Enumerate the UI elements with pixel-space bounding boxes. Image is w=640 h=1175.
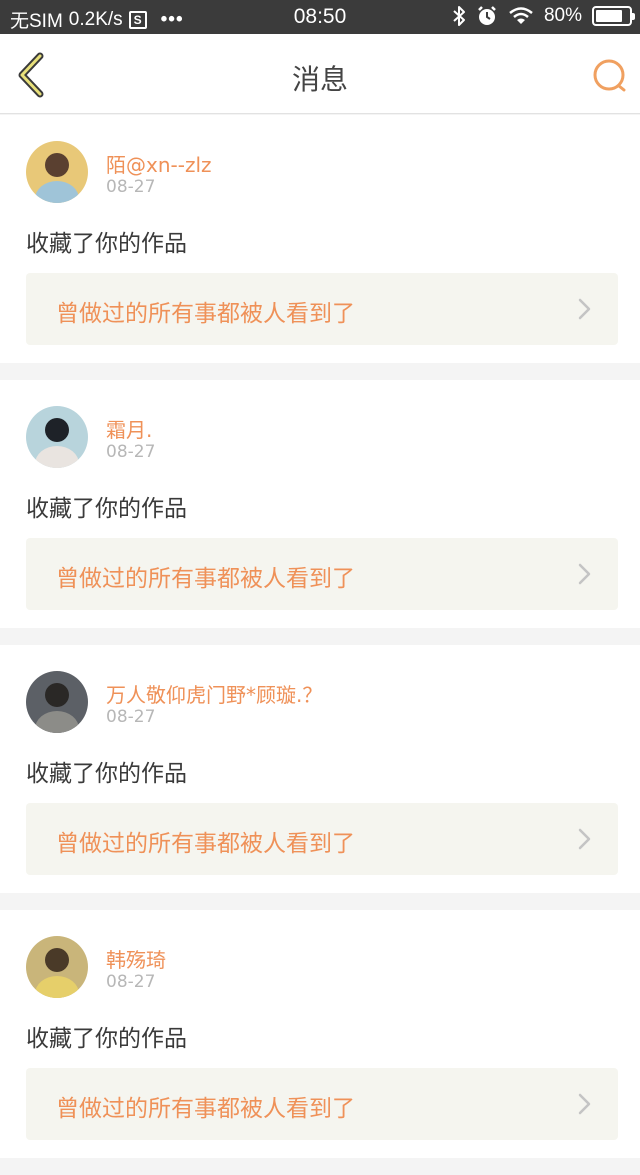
username[interactable]: 万人敬仰虎门野*顾璇.？ [106, 679, 322, 708]
work-link[interactable]: 曾做过的所有事都被人看到了 [26, 803, 618, 875]
battery-percent: 80% [543, 5, 582, 26]
username[interactable]: 陌@xn--zlz [106, 149, 212, 178]
status-bar: 无SIM 0.2K/s S ••• 08:50 80% [0, 0, 640, 34]
chevron-right-icon [578, 828, 591, 850]
chevron-left-icon [18, 52, 44, 98]
message-date: 08-27 [106, 177, 156, 197]
bluetooth-icon [453, 6, 465, 26]
nav-bar: 消息 [0, 34, 640, 114]
alarm-clock-icon [478, 6, 496, 25]
carrier-text: 无SIM [10, 11, 63, 32]
battery-icon [592, 6, 635, 26]
search-button[interactable] [590, 56, 630, 96]
chevron-right-icon [578, 563, 591, 585]
chevron-right-icon [578, 1093, 591, 1115]
notification-s-icon: S [128, 10, 147, 29]
battery-tip [632, 13, 635, 20]
avatar-photo [26, 671, 88, 733]
more-notifications-icon: ••• [160, 8, 184, 30]
wifi-icon [509, 7, 533, 24]
message-date: 08-27 [106, 972, 156, 992]
action-text: 收藏了你的作品 [26, 761, 187, 787]
work-title: 曾做过的所有事都被人看到了 [56, 301, 355, 327]
action-text: 收藏了你的作品 [26, 1026, 187, 1052]
work-link[interactable]: 曾做过的所有事都被人看到了 [26, 538, 618, 610]
message-card: 韩殇琦 08-27 收藏了你的作品 曾做过的所有事都被人看到了 [0, 910, 640, 1158]
status-right: 80% [452, 5, 635, 27]
work-title: 曾做过的所有事都被人看到了 [56, 831, 355, 857]
avatar-photo [26, 936, 88, 998]
battery-level [596, 10, 622, 22]
message-card: 陌@xn--zlz 08-27 收藏了你的作品 曾做过的所有事都被人看到了 [0, 115, 640, 363]
message-list: 陌@xn--zlz 08-27 收藏了你的作品 曾做过的所有事都被人看到了 霜月… [0, 115, 640, 1175]
avatar[interactable] [26, 936, 88, 998]
avatar-photo [26, 141, 88, 203]
message-card: 万人敬仰虎门野*顾璇.？ 08-27 收藏了你的作品 曾做过的所有事都被人看到了 [0, 645, 640, 893]
action-text: 收藏了你的作品 [26, 231, 187, 257]
work-link[interactable]: 曾做过的所有事都被人看到了 [26, 1068, 618, 1140]
work-title: 曾做过的所有事都被人看到了 [56, 566, 355, 592]
message-date: 08-27 [106, 707, 156, 727]
status-left: 无SIM 0.2K/s S ••• [10, 6, 184, 33]
work-link[interactable]: 曾做过的所有事都被人看到了 [26, 273, 618, 345]
search-icon [593, 59, 626, 92]
work-title: 曾做过的所有事都被人看到了 [56, 1096, 355, 1122]
chevron-right-icon [578, 298, 591, 320]
avatar[interactable] [26, 141, 88, 203]
message-date: 08-27 [106, 442, 156, 462]
network-speed: 0.2K/s [68, 8, 123, 30]
page-title: 消息 [291, 63, 348, 96]
username[interactable]: 霜月. [106, 414, 152, 443]
avatar[interactable] [26, 671, 88, 733]
username[interactable]: 韩殇琦 [106, 944, 166, 973]
avatar[interactable] [26, 406, 88, 468]
message-card: 霜月. 08-27 收藏了你的作品 曾做过的所有事都被人看到了 [0, 380, 640, 628]
avatar-photo [26, 406, 88, 468]
back-button[interactable] [14, 52, 54, 98]
action-text: 收藏了你的作品 [26, 496, 187, 522]
